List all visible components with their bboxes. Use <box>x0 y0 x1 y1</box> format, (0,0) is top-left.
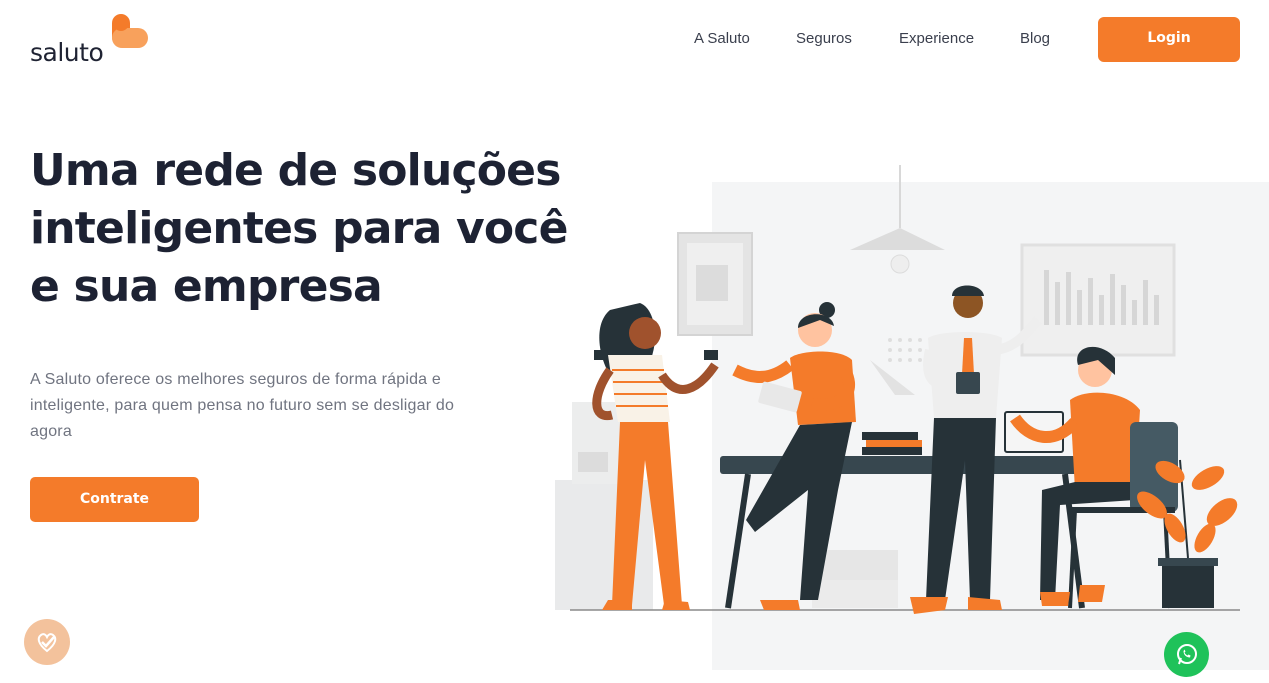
check-heart-icon[interactable] <box>24 619 70 665</box>
brand-logo[interactable]: saluto <box>30 14 160 70</box>
nav-item-seguros[interactable]: Seguros <box>796 30 852 47</box>
login-button[interactable]: Login <box>1098 17 1240 62</box>
logo-mark-icon <box>112 14 148 48</box>
hero-headline-line: Uma rede de soluções <box>30 145 561 196</box>
whatsapp-icon[interactable] <box>1164 632 1209 677</box>
nav-item-blog[interactable]: Blog <box>1020 30 1050 47</box>
nav-item-a-saluto[interactable]: A Saluto <box>694 30 750 47</box>
hero-description-line: A Saluto oferece os melhores seguros de … <box>30 371 442 388</box>
hero-headline-line: inteligentes para você <box>30 203 568 254</box>
hero-description: A Saluto oferece os melhores seguros de … <box>30 367 490 445</box>
contrate-button[interactable]: Contrate <box>30 477 199 522</box>
hero-description-line: inteligente, para quem pensa no futuro s… <box>30 397 455 414</box>
check-heart-glyph <box>37 633 57 653</box>
hero-headline: Uma rede de soluções inteligentes para v… <box>30 142 568 316</box>
brand-name: saluto <box>30 38 104 67</box>
whatsapp-glyph <box>1176 643 1197 664</box>
hero-headline-line: e sua empresa <box>30 261 383 312</box>
nav-item-experience[interactable]: Experience <box>899 30 974 47</box>
hero-description-line: agora <box>30 423 72 440</box>
team-office-illustration <box>555 165 1269 670</box>
